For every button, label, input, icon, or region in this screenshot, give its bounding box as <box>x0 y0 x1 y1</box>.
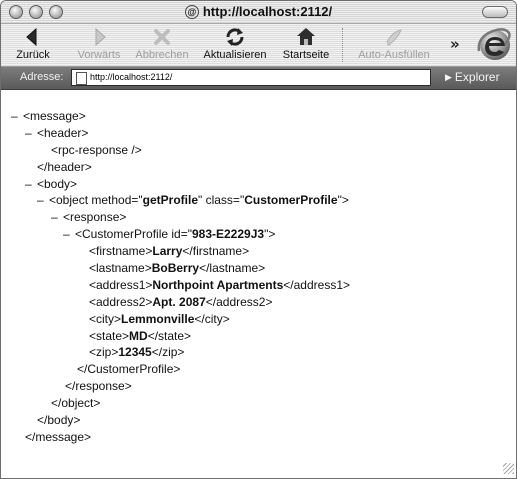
xml-line-object-close: </object> <box>51 396 101 411</box>
page-document-icon <box>76 72 87 85</box>
address-bar: Adresse: http://localhost:2112/ ▶ Explore… <box>1 67 516 90</box>
xml-line-header-close: </header> <box>37 159 92 174</box>
back-arrow-icon <box>26 27 37 47</box>
more-tools-chevron-icon[interactable]: » <box>450 35 460 53</box>
collapse-toggle[interactable]: – <box>25 125 37 142</box>
browser-window: @ http://localhost:2112/ Zurück Vorwärts … <box>0 0 517 479</box>
collapse-toggle[interactable]: – <box>25 176 37 193</box>
home-button[interactable]: Startseite <box>278 26 334 61</box>
collapse-toggle[interactable]: – <box>37 192 49 209</box>
autofill-pen-icon <box>386 29 402 46</box>
xml-line-rpc-response: <rpc-response /> <box>51 142 142 157</box>
xml-line-response-open: – <response> <box>51 209 127 226</box>
collapse-toggle[interactable]: – <box>63 226 75 243</box>
address-input[interactable]: http://localhost:2112/ <box>71 69 431 86</box>
xml-line-city: <city>Lemmonville</city> <box>89 311 230 326</box>
collapse-toggle[interactable]: – <box>11 108 23 125</box>
xml-line-customerprofile-close: </CustomerProfile> <box>77 362 181 377</box>
xml-line-message-open: – <message> <box>11 108 86 125</box>
collapse-toggle[interactable]: – <box>51 209 63 226</box>
forward-button[interactable]: Vorwärts <box>71 26 127 61</box>
toolbar-separator <box>342 28 343 62</box>
address-url[interactable]: http://localhost:2112/ <box>90 72 172 82</box>
xml-line-message-close: </message> <box>25 429 92 444</box>
refresh-arrows-icon <box>226 28 244 46</box>
xml-line-body-open: – <body> <box>25 176 78 193</box>
xml-line-response-close: </response> <box>65 379 132 394</box>
stop-x-icon <box>154 29 170 45</box>
xml-line-zip: <zip>12345</zip> <box>89 345 185 360</box>
xml-line-address2: <address2>Apt. 2087</address2> <box>89 294 273 309</box>
xml-line-header-open: – <header> <box>25 125 89 142</box>
toolbar: Zurück Vorwärts Abbrechen Aktualisieren … <box>1 24 516 67</box>
window-title: @ http://localhost:2112/ <box>1 4 516 19</box>
forward-arrow-icon <box>95 27 106 47</box>
title-bar[interactable]: @ http://localhost:2112/ <box>1 1 516 24</box>
explorer-bar-button[interactable]: ▶ Explorer <box>445 70 500 84</box>
page-content: – <message> – <header> <rpc-response /> </… <box>1 90 516 476</box>
internet-explorer-logo[interactable] <box>475 25 513 63</box>
xml-line-state: <state>MD</state> <box>89 328 192 343</box>
site-icon: @ <box>184 5 199 19</box>
autofill-button[interactable]: Auto-Ausfüllen <box>351 26 437 61</box>
triangle-right-icon: ▶ <box>445 72 452 82</box>
xml-line-address1: <address1>Northpoint Apartments</address… <box>89 277 350 292</box>
xml-line-lastname: <lastname>BoBerry</lastname> <box>89 261 266 276</box>
xml-line-body-close: </body> <box>37 413 81 428</box>
toolbar-toggle-button[interactable] <box>482 6 508 18</box>
resize-grip-icon[interactable] <box>503 463 514 474</box>
back-button[interactable]: Zurück <box>9 26 57 61</box>
xml-line-firstname: <firstname>Larry</firstname> <box>89 244 250 259</box>
xml-line-customerprofile-open: – <CustomerProfile id="983-E2229J3"> <box>63 226 276 243</box>
refresh-button[interactable]: Aktualisieren <box>198 26 272 61</box>
stop-button[interactable]: Abbrechen <box>131 26 193 61</box>
xml-line-object-open: – <object method="getProfile" class="Cust… <box>37 192 349 209</box>
home-icon <box>297 28 315 45</box>
xml-tree: – <message> – <header> <rpc-response /> </… <box>11 108 350 446</box>
address-label: Adresse: <box>20 71 64 83</box>
